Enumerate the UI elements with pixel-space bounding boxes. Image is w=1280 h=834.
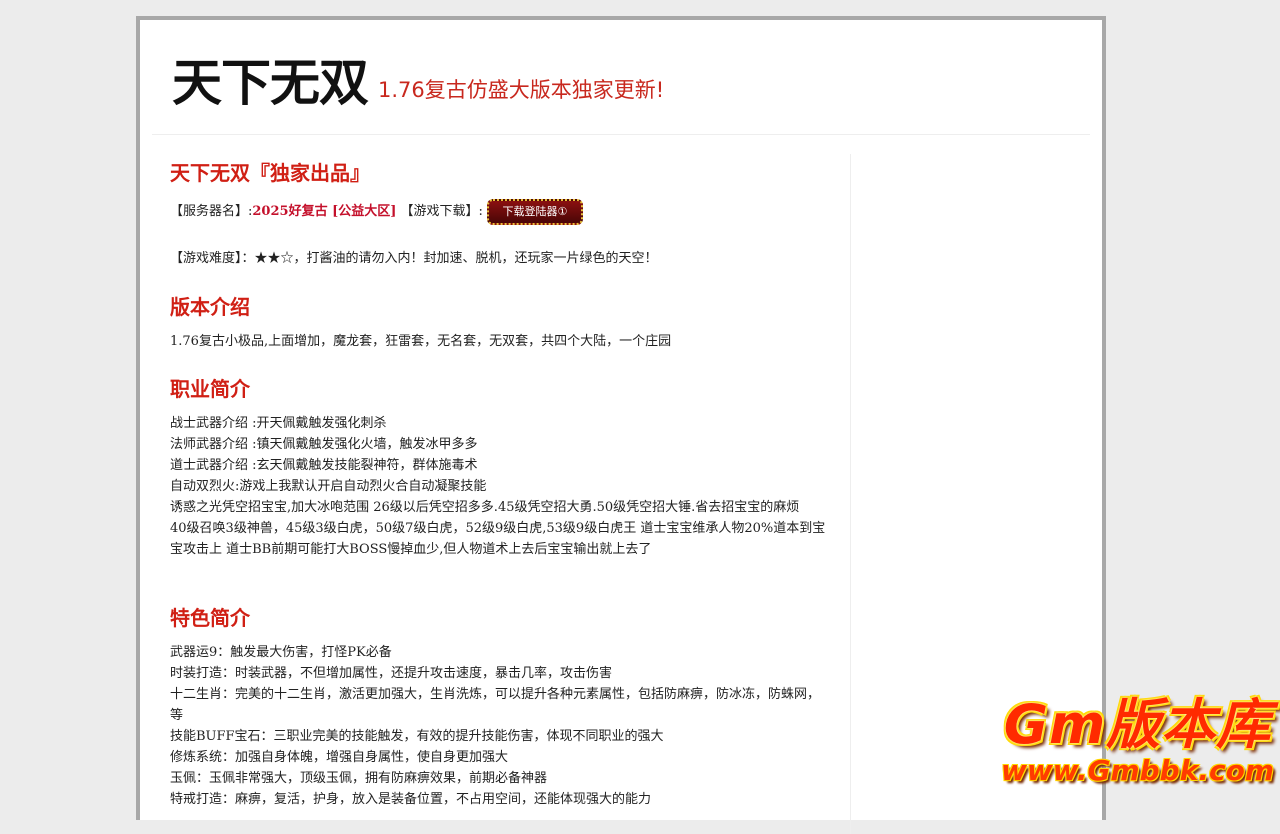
site-header: 天下无双 1.76复古仿盛大版本独家更新! <box>152 20 1090 135</box>
watermark-url: www.Gmbbk.com <box>1001 754 1274 787</box>
features-heading: 特色简介 <box>170 606 250 630</box>
download-label: 【游戏下载】: <box>400 204 483 219</box>
feature-line: 十二生肖：完美的十二生肖，激活更加强大，生肖洗炼，可以提升各种元素属性，包括防麻… <box>170 687 821 723</box>
class-line: 法师武器介绍 :镇天佩戴触发强化火墙，触发冰甲多多 <box>170 437 478 452</box>
server-name: 2025好复古 [公益大区] <box>252 204 397 219</box>
feature-line: 玉佩：玉佩非常强大，顶级玉佩，拥有防麻痹效果，前期必备神器 <box>170 771 548 786</box>
intro-heading: 天下无双『独家出品』 <box>170 161 370 185</box>
class-line: 40级召唤3级神兽，45级3级白虎，50级7级白虎，52级9级白虎,53级9级白… <box>170 521 826 557</box>
sidebar-divider <box>850 154 851 834</box>
watermark-title: Gm版本库 <box>1003 693 1272 756</box>
site-title[interactable]: 天下无双 <box>172 52 369 114</box>
classes-heading: 职业简介 <box>170 377 250 401</box>
classes-list: 战士武器介绍 :开天佩戴触发强化刺杀 法师武器介绍 :镇天佩戴触发强化火墙，触发… <box>170 413 830 560</box>
difficulty-line: 【游戏难度】：★★☆，打酱油的请勿入内！封加速、脱机，还玩家一片绿色的天空！ <box>170 251 658 266</box>
gm-watermark-logo: Gm版本库 www.Gmbbk.com <box>1001 692 1274 788</box>
version-heading: 版本介绍 <box>170 295 250 319</box>
version-text: 1.76复古小极品,上面增加，魔龙套，狂雷套，无名套，无双套，共四个大陆，一个庄… <box>170 334 672 349</box>
feature-line: 武器运9：触发最大伤害，打怪PK必备 <box>170 645 392 660</box>
class-line: 自动双烈火:游戏上我默认开启自动烈火合自动凝聚技能 <box>170 479 487 494</box>
class-line: 战士武器介绍 :开天佩戴触发强化刺杀 <box>170 416 387 431</box>
features-list: 武器运9：触发最大伤害，打怪PK必备 时装打造：时装武器，不但增加属性，还提升攻… <box>170 642 830 810</box>
site-slogan: 1.76复古仿盛大版本独家更新! <box>378 78 665 102</box>
download-launcher-button[interactable]: 下载登陆器① <box>486 198 583 225</box>
feature-line: 时装打造：时装武器，不但增加属性，还提升攻击速度，暴击几率，攻击伤害 <box>170 666 613 681</box>
feature-line: 修炼系统：加强自身体魄，增强自身属性，使自身更加强大 <box>170 750 509 765</box>
feature-line: 技能BUFF宝石：三职业完美的技能触发，有效的提升技能伤害，体现不同职业的强大 <box>170 729 664 744</box>
class-line: 道士武器介绍 :玄天佩戴触发技能裂神符，群体施毒术 <box>170 458 478 473</box>
class-line: 诱惑之光凭空招宝宝,加大冰咆范围 26级以后凭空招多多.45级凭空招大勇.50级… <box>170 500 800 515</box>
page-frame: 天下无双 1.76复古仿盛大版本独家更新! 天下无双『独家出品』 【服务器名】:… <box>136 16 1106 834</box>
server-label: 【服务器名】: <box>170 204 253 219</box>
server-info-line: 【服务器名】:2025好复古 [公益大区] 【游戏下载】: 下载登陆器① <box>170 198 583 226</box>
